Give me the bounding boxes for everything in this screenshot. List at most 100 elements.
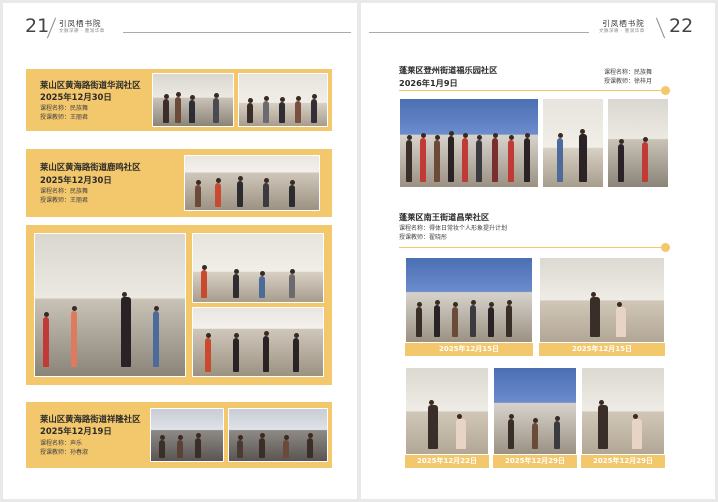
card-date: 2025年12月19日 bbox=[40, 426, 112, 436]
group-figure bbox=[434, 299, 440, 337]
dancer-figure bbox=[153, 306, 159, 368]
dancer-figure bbox=[263, 177, 269, 207]
rule-dot bbox=[661, 86, 670, 95]
audience-figure bbox=[307, 432, 313, 458]
dancer-figure bbox=[259, 270, 265, 298]
instructor-figure bbox=[598, 399, 608, 449]
community-card-xianglong: 莱山区黄海路街道祥隆社区 2025年12月19日 课程名称：声乐 授课教师：孙春… bbox=[26, 402, 332, 468]
course-name: 课程名称：民族舞 bbox=[40, 188, 89, 195]
group-figure bbox=[470, 299, 476, 337]
photo-date-label: 2025年12月15日 bbox=[539, 343, 665, 356]
card-date: 2025年12月30日 bbox=[40, 175, 112, 185]
dancer-figure bbox=[642, 136, 648, 182]
group-figure bbox=[452, 301, 458, 337]
brand-header: 引凤栖书院 文脉深耕 · 墨润华章 bbox=[599, 20, 645, 34]
participant-figure bbox=[508, 413, 514, 449]
dancer-figure bbox=[175, 91, 181, 123]
course-name: 课程名称：声乐 bbox=[40, 440, 83, 447]
makeup-class-photo bbox=[581, 367, 665, 455]
card-info: 课程名称：民族舞 授课教师：王丽君 bbox=[40, 104, 88, 123]
teacher-name: 授课教师：孙春淑 bbox=[40, 449, 89, 457]
group-figure bbox=[462, 132, 468, 182]
section-title: 蓬莱区南王街道昌荣社区 bbox=[399, 212, 490, 222]
community-card-luming: 莱山区黄海路街道鹿鸣社区 2025年12月30日 课程名称：民族舞 授课教师：王… bbox=[26, 149, 332, 217]
dancer-figure bbox=[263, 330, 269, 372]
course-name: 课程名称：民族舞 bbox=[604, 69, 653, 76]
class-photo bbox=[399, 98, 539, 188]
dancer-figure bbox=[293, 332, 299, 372]
brand-subtitle: 文脉深耕 · 墨润华章 bbox=[59, 28, 105, 34]
card-date: 2025年12月30日 bbox=[40, 92, 112, 102]
model-figure bbox=[616, 301, 626, 337]
page-number: 22 bbox=[669, 15, 694, 37]
instructor-figure bbox=[428, 399, 438, 449]
audience-figure bbox=[283, 434, 289, 458]
dancer-figure bbox=[121, 292, 131, 368]
page-number: 21 bbox=[25, 15, 50, 37]
photo-collage-card bbox=[26, 225, 332, 385]
dancer-figure bbox=[263, 95, 269, 123]
class-photo bbox=[607, 98, 669, 188]
class-photo bbox=[238, 73, 328, 127]
card-title: 莱山区黄海路街道华润社区 bbox=[40, 80, 141, 90]
brand-subtitle: 文脉深耕 · 墨润华章 bbox=[599, 28, 645, 34]
dancer-figure bbox=[579, 128, 587, 182]
dancer-figure bbox=[43, 312, 49, 368]
class-photo-large bbox=[34, 233, 186, 377]
dancer-figure bbox=[237, 175, 243, 207]
class-photo bbox=[228, 408, 328, 462]
dancer-figure bbox=[201, 264, 207, 298]
community-card-huarun: 莱山区黄海路街道华润社区 2025年12月30日 课程名称：民族舞 授课教师：王… bbox=[26, 69, 332, 131]
section-date: 2026年1月9日 bbox=[399, 78, 458, 88]
audience-figure bbox=[259, 432, 265, 458]
makeup-class-photo bbox=[405, 257, 533, 343]
group-figure bbox=[420, 132, 426, 182]
rule-dot bbox=[661, 243, 670, 252]
dancer-figure bbox=[189, 94, 195, 123]
section-info: 课程名称：民族舞 授课教师：徐梓月 bbox=[604, 68, 652, 87]
brand-header: 引凤栖书院 文脉深耕 · 墨润华章 bbox=[59, 20, 105, 34]
model-figure bbox=[632, 413, 642, 449]
dancer-figure bbox=[163, 93, 169, 123]
section-rule bbox=[399, 247, 661, 248]
course-name: 课程名称：得体日常妆个人形象提升计划 bbox=[399, 225, 508, 232]
course-name: 课程名称：民族舞 bbox=[40, 105, 89, 112]
group-figure bbox=[508, 134, 514, 182]
section-title: 蓬莱区登州街道福乐园社区 bbox=[399, 65, 498, 75]
photo-date-label: 2025年12月22日 bbox=[405, 455, 489, 468]
photo-date-label: 2025年12月29日 bbox=[581, 455, 665, 468]
dancer-figure bbox=[279, 96, 285, 123]
card-title: 莱山区黄海路街道鹿鸣社区 bbox=[40, 162, 141, 172]
dancer-figure bbox=[618, 138, 624, 182]
section-rule bbox=[399, 90, 661, 91]
group-figure bbox=[406, 134, 412, 182]
teacher-name: 授课教师：王丽君 bbox=[40, 197, 89, 205]
card-info: 课程名称：声乐 授课教师：孙春淑 bbox=[40, 439, 88, 458]
audience-figure bbox=[195, 432, 201, 458]
class-photo bbox=[192, 233, 324, 303]
class-photo bbox=[192, 307, 324, 377]
group-figure bbox=[488, 301, 494, 337]
class-photo bbox=[542, 98, 604, 188]
brand-title: 引凤栖书院 bbox=[59, 19, 102, 28]
dancer-figure bbox=[215, 177, 221, 207]
dancer-figure bbox=[295, 95, 301, 123]
participant-figure bbox=[554, 415, 560, 449]
dancer-figure bbox=[233, 332, 239, 372]
header-rule bbox=[369, 32, 589, 33]
class-photo bbox=[150, 408, 224, 462]
dancer-figure bbox=[195, 179, 201, 207]
dancer-figure bbox=[557, 132, 563, 182]
group-figure bbox=[492, 132, 498, 182]
model-figure bbox=[456, 413, 466, 449]
makeup-class-photo bbox=[539, 257, 665, 343]
group-figure bbox=[476, 134, 482, 182]
group-figure bbox=[448, 130, 454, 182]
section-info: 课程名称：得体日常妆个人形象提升计划 授课教师：翟晓彤 bbox=[399, 224, 507, 243]
right-page: 引凤栖书院 文脉深耕 · 墨润华章 22 蓬莱区登州街道福乐园社区 2026年1… bbox=[361, 3, 715, 499]
instructor-figure bbox=[590, 291, 600, 337]
dancer-figure bbox=[311, 93, 317, 123]
photo-date-label: 2025年12月15日 bbox=[405, 343, 533, 356]
dancer-figure bbox=[71, 306, 77, 368]
makeup-class-photo bbox=[493, 367, 577, 455]
